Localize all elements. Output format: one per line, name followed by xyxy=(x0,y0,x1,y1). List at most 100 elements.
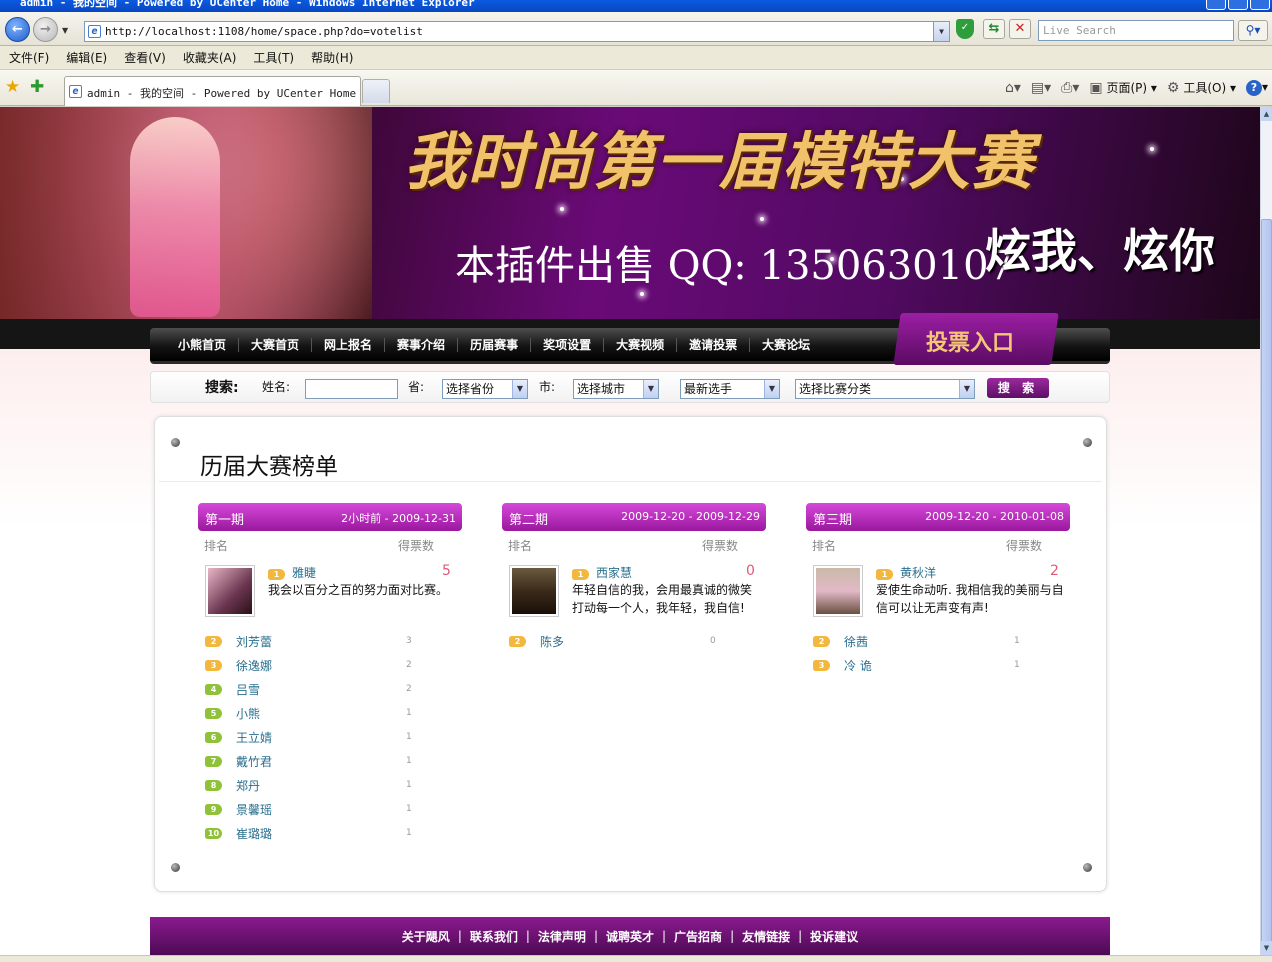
category-select-value: 选择比赛分类 xyxy=(799,382,872,396)
tools-menu-button[interactable]: ⚙ 工具(O) ▾ xyxy=(1167,79,1236,96)
period-header: 第二期 2009-12-20 - 2009-12-29 xyxy=(502,503,766,531)
home-icon[interactable]: ⌂▾ xyxy=(1005,80,1021,96)
winner-photo[interactable] xyxy=(205,565,255,617)
winner-motto: 爱使生命动听. 我相信我的美丽与自信可以让无声变有声! xyxy=(876,583,1064,615)
forward-button[interactable]: → xyxy=(33,17,58,42)
footer-link-careers[interactable]: 诚聘英才 xyxy=(598,928,662,945)
footer-link-contact[interactable]: 联系我们 xyxy=(462,928,526,945)
menu-tools[interactable]: 工具(T) xyxy=(253,49,294,66)
period-dates: 2009-12-20 - 2009-12-29 xyxy=(621,510,760,523)
favorites-star-icon[interactable]: ★ xyxy=(5,77,20,97)
winner-name[interactable]: 黄秋洋 xyxy=(900,564,936,581)
list-item-votes: 1 xyxy=(1014,636,1020,646)
gear-icon: ⚙ xyxy=(1166,80,1180,96)
list-item-name[interactable]: 戴竹君 xyxy=(236,753,272,770)
category-select[interactable]: 选择比赛分类 ▼ xyxy=(795,379,975,399)
footer-link-about[interactable]: 关于飓风 xyxy=(394,928,458,945)
rank-header: 排名 xyxy=(508,539,533,553)
stop-button[interactable]: ✕ xyxy=(1009,19,1031,39)
list-item-votes: 0 xyxy=(710,636,716,646)
vertical-scrollbar[interactable]: ▲ ▼ xyxy=(1260,107,1272,961)
nav-item-invite-vote[interactable]: 邀请投票 xyxy=(677,338,751,352)
vote-entry-label[interactable]: 投票入口 xyxy=(926,325,1014,357)
live-search-button[interactable]: ⚲▾ xyxy=(1238,20,1268,41)
pin-icon xyxy=(1083,863,1092,872)
help-button[interactable]: ? ▾ xyxy=(1245,79,1268,96)
tab-current[interactable]: e admin - 我的空间 - Powered by UCenter Home xyxy=(64,76,361,106)
footer-link-legal[interactable]: 法律声明 xyxy=(530,928,594,945)
list-item-votes: 1 xyxy=(406,804,412,814)
winner-photo[interactable] xyxy=(509,565,559,617)
nav-item-awards[interactable]: 奖项设置 xyxy=(531,338,605,352)
nav-item-contest-home[interactable]: 大赛首页 xyxy=(239,338,313,352)
back-button[interactable]: ← xyxy=(5,17,30,42)
menu-edit[interactable]: 编辑(E) xyxy=(66,49,107,66)
window-titlebar: admin - 我的空间 - Powered by UCenter Home -… xyxy=(0,0,1272,12)
list-item-name[interactable]: 徐茜 xyxy=(844,633,868,650)
history-dropdown-icon[interactable]: ▼ xyxy=(62,26,68,35)
list-item-name[interactable]: 冷 诡 xyxy=(844,657,872,674)
minimize-button[interactable] xyxy=(1206,0,1226,10)
scroll-thumb[interactable] xyxy=(1261,219,1272,961)
list-item-name[interactable]: 崔璐璐 xyxy=(236,825,272,842)
list-item-name[interactable]: 刘芳蕾 xyxy=(236,633,272,650)
list-item-name[interactable]: 吕雪 xyxy=(236,681,260,698)
feeds-icon[interactable]: ▤▾ xyxy=(1031,80,1051,96)
search-form: 搜索: 姓名: 省: 选择省份 ▼ 市: 选择城市 ▼ 最新选手 ▼ 选择比赛分类 ▼ … xyxy=(150,371,1110,403)
search-button[interactable]: 搜 索 xyxy=(987,378,1049,398)
scroll-down-icon[interactable]: ▼ xyxy=(1261,941,1272,955)
list-item-votes: 1 xyxy=(406,756,412,766)
rank-badge-icon: 1 xyxy=(876,569,893,580)
period-dates: 2小时前 - 2009-12-31 xyxy=(341,512,456,525)
ie-tab-icon: e xyxy=(69,85,82,98)
menu-help[interactable]: 帮助(H) xyxy=(311,49,353,66)
new-tab-button[interactable] xyxy=(362,79,390,103)
nav-item-past-contests[interactable]: 历届赛事 xyxy=(458,338,532,352)
winner-photo[interactable] xyxy=(813,565,863,617)
address-dropdown-icon[interactable]: ▼ xyxy=(933,22,949,41)
period-name[interactable]: 第三期 xyxy=(813,509,852,528)
winner-name[interactable]: 西家慧 xyxy=(596,564,632,581)
menu-view[interactable]: 查看(V) xyxy=(124,49,166,66)
add-favorite-icon[interactable]: ✚ xyxy=(30,77,44,97)
period-name[interactable]: 第一期 xyxy=(205,509,244,528)
province-select[interactable]: 选择省份 ▼ xyxy=(442,379,528,399)
close-window-button[interactable] xyxy=(1250,0,1270,10)
page-menu-button[interactable]: ▣ 页面(P) ▾ xyxy=(1089,79,1157,96)
list-item-name[interactable]: 景馨瑶 xyxy=(236,801,272,818)
menu-favorites[interactable]: 收藏夹(A) xyxy=(183,49,237,66)
winner-name[interactable]: 雅睫 xyxy=(292,564,316,581)
list-item-name[interactable]: 徐逸娜 xyxy=(236,657,272,674)
sort-select[interactable]: 最新选手 ▼ xyxy=(680,379,780,399)
list-item-name[interactable]: 王立婧 xyxy=(236,729,272,746)
footer-link-complaints[interactable]: 投诉建议 xyxy=(802,928,866,945)
list-item-name[interactable]: 陈多 xyxy=(540,633,564,650)
period-name[interactable]: 第二期 xyxy=(509,509,548,528)
nav-item-forum[interactable]: 大赛论坛 xyxy=(750,338,822,352)
rank-header: 排名 xyxy=(812,539,837,553)
scroll-up-icon[interactable]: ▲ xyxy=(1261,107,1272,121)
nav-item-video[interactable]: 大赛视频 xyxy=(604,338,678,352)
city-select[interactable]: 选择城市 ▼ xyxy=(573,379,659,399)
nav-item-xiaoxiong-home[interactable]: 小熊首页 xyxy=(166,338,240,352)
sparkle xyxy=(560,207,564,211)
live-search-input[interactable]: Live Search xyxy=(1038,20,1234,41)
list-item-name[interactable]: 郑丹 xyxy=(236,777,260,794)
city-select-value: 选择城市 xyxy=(577,382,626,396)
security-shield-icon[interactable]: ✓ xyxy=(956,19,974,39)
rank-header: 排名 xyxy=(204,539,229,553)
list-item-name[interactable]: 小熊 xyxy=(236,705,260,722)
nav-item-intro[interactable]: 赛事介绍 xyxy=(385,338,459,352)
nav-item-signup[interactable]: 网上报名 xyxy=(312,338,386,352)
banner-title: 我时尚第一届模特大赛 xyxy=(404,125,1035,198)
maximize-button[interactable] xyxy=(1228,0,1248,10)
address-input[interactable]: e http://localhost:1108/home/space.php?d… xyxy=(84,21,950,42)
refresh-button[interactable]: ⇆ xyxy=(983,19,1005,39)
name-input[interactable] xyxy=(305,379,398,399)
footer-link-friends[interactable]: 友情链接 xyxy=(734,928,798,945)
sparkle xyxy=(640,292,644,296)
menu-file[interactable]: 文件(F) xyxy=(9,49,49,66)
chevron-down-icon: ▼ xyxy=(764,380,779,398)
footer-link-ads[interactable]: 广告招商 xyxy=(666,928,730,945)
print-icon[interactable]: ⎙▾ xyxy=(1061,80,1079,96)
